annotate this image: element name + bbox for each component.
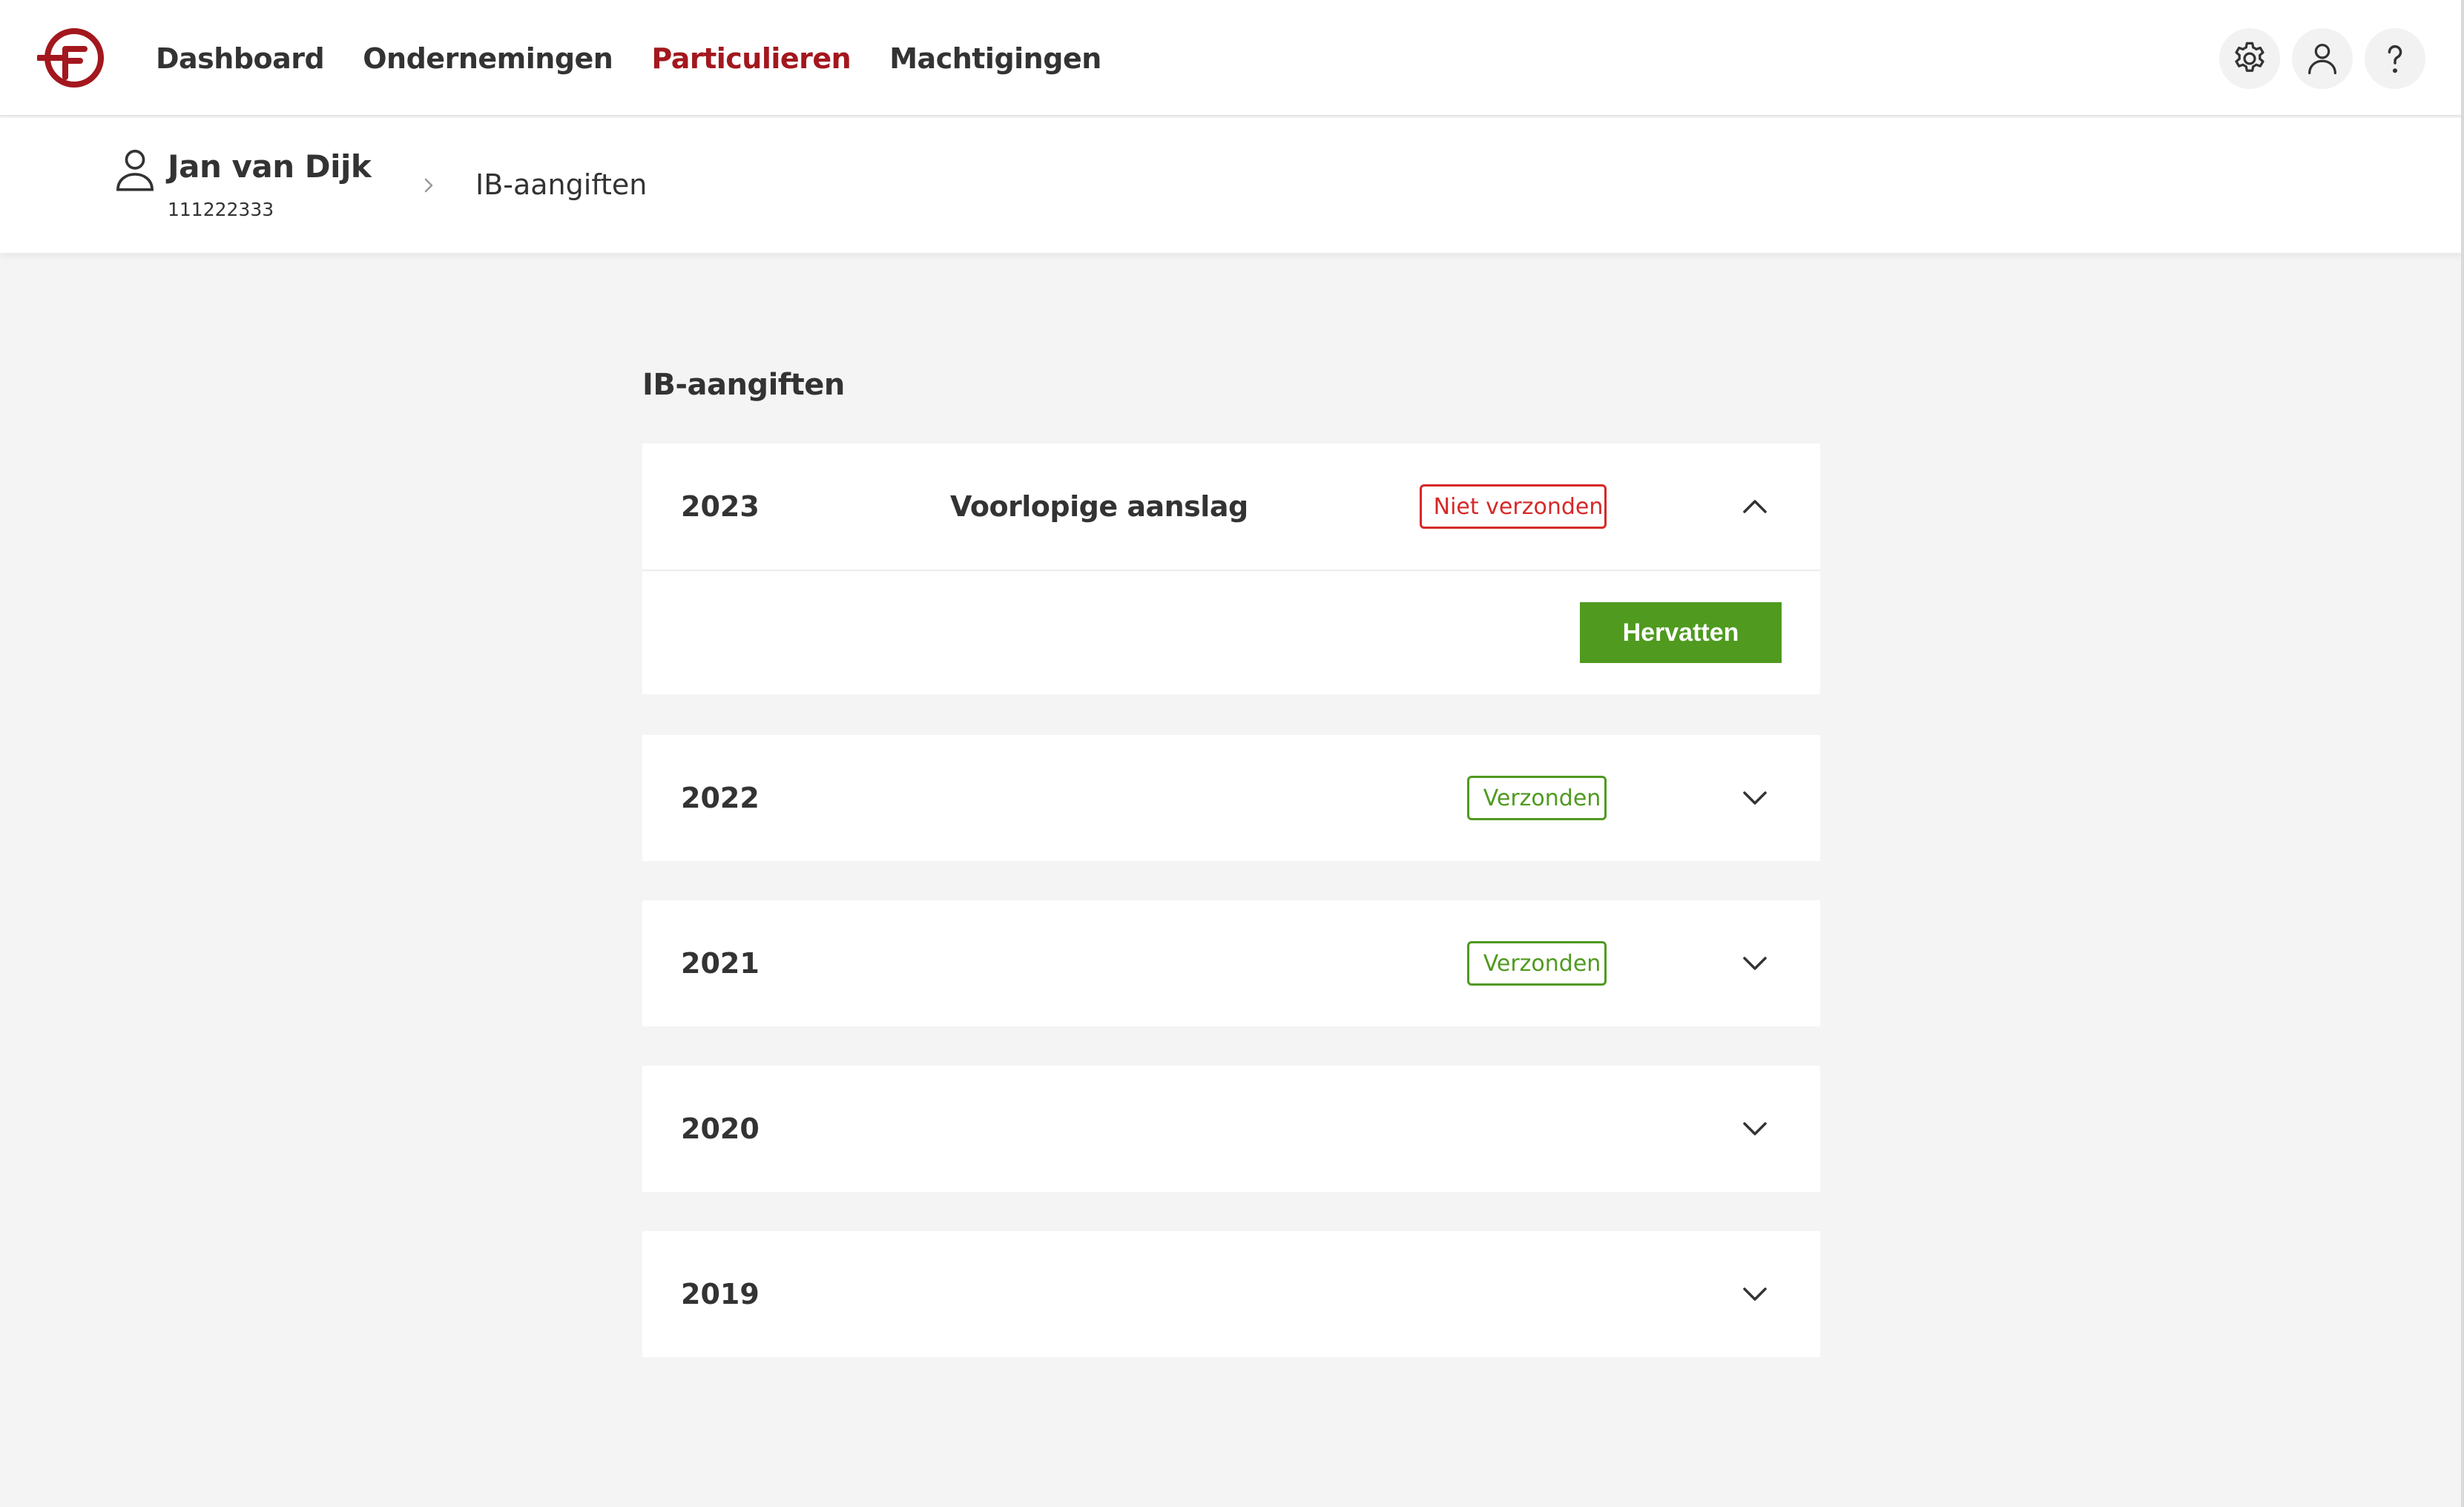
- person-bsn: 111222333: [168, 199, 274, 220]
- status-badge-label: Verzonden: [1483, 785, 1601, 811]
- main-nav: Dashboard Ondernemingen Particulieren Ma…: [156, 0, 1140, 116]
- return-title: Voorlopige aanslag: [950, 490, 1248, 523]
- return-card-header[interactable]: 2019: [642, 1231, 1820, 1357]
- top-navigation-bar: Dashboard Ondernemingen Particulieren Ma…: [0, 0, 2464, 116]
- breadcrumb-current: IB-aangiften: [475, 168, 648, 201]
- return-card-header[interactable]: 2021 Verzonden: [642, 900, 1820, 1026]
- person-icon: [116, 149, 154, 191]
- user-icon: [2308, 43, 2336, 75]
- chevron-down-icon[interactable]: [1740, 949, 1770, 978]
- page-title: IB-aangiften: [642, 368, 845, 402]
- gear-icon: [2235, 42, 2264, 72]
- status-badge-label: Niet verzonden: [1433, 493, 1604, 520]
- return-year: 2021: [681, 947, 760, 980]
- return-card-2021: 2021 Verzonden: [642, 900, 1820, 1026]
- settings-button[interactable]: [2219, 28, 2280, 89]
- chevron-down-icon[interactable]: [1740, 1279, 1770, 1309]
- nav-item-machtigingen[interactable]: Machtigingen: [889, 42, 1101, 75]
- person-name[interactable]: Jan van Dijk: [168, 148, 372, 185]
- return-year: 2022: [681, 782, 760, 814]
- help-button[interactable]: [2365, 28, 2425, 89]
- status-badge-label: Verzonden: [1483, 950, 1601, 977]
- return-card-header[interactable]: 2020: [642, 1066, 1820, 1192]
- status-badge: Niet verzonden: [1420, 484, 1607, 529]
- nav-item-particulieren[interactable]: Particulieren: [651, 42, 851, 75]
- status-badge: Verzonden: [1467, 941, 1607, 986]
- resume-button[interactable]: Hervatten: [1580, 602, 1782, 663]
- context-bar: [0, 118, 2464, 253]
- nav-item-dashboard[interactable]: Dashboard: [156, 42, 325, 75]
- window-edge: [2461, 0, 2464, 1507]
- return-card-2023: 2023 Voorlopige aanslag Niet verzonden H…: [642, 443, 1820, 694]
- chevron-down-icon[interactable]: [1740, 1114, 1770, 1144]
- status-badge: Verzonden: [1467, 776, 1607, 820]
- return-card-header[interactable]: 2022 Verzonden: [642, 735, 1820, 861]
- chevron-right-icon: [424, 178, 433, 193]
- help-icon: [2388, 44, 2402, 73]
- chevron-down-icon[interactable]: [1740, 783, 1770, 813]
- return-card-body: Hervatten: [642, 570, 1820, 694]
- return-card-2020: 2020: [642, 1066, 1820, 1192]
- chevron-up-icon[interactable]: [1740, 492, 1770, 521]
- return-year: 2020: [681, 1112, 760, 1145]
- account-button[interactable]: [2292, 28, 2353, 89]
- return-card-header[interactable]: 2023 Voorlopige aanslag Niet verzonden: [642, 443, 1820, 570]
- brand-logo-icon[interactable]: [37, 27, 105, 89]
- nav-item-ondernemingen[interactable]: Ondernemingen: [363, 42, 613, 75]
- return-year: 2019: [681, 1278, 760, 1310]
- return-card-2022: 2022 Verzonden: [642, 735, 1820, 861]
- return-card-2019: 2019: [642, 1231, 1820, 1357]
- return-year: 2023: [681, 490, 760, 523]
- header-actions: [2207, 28, 2425, 89]
